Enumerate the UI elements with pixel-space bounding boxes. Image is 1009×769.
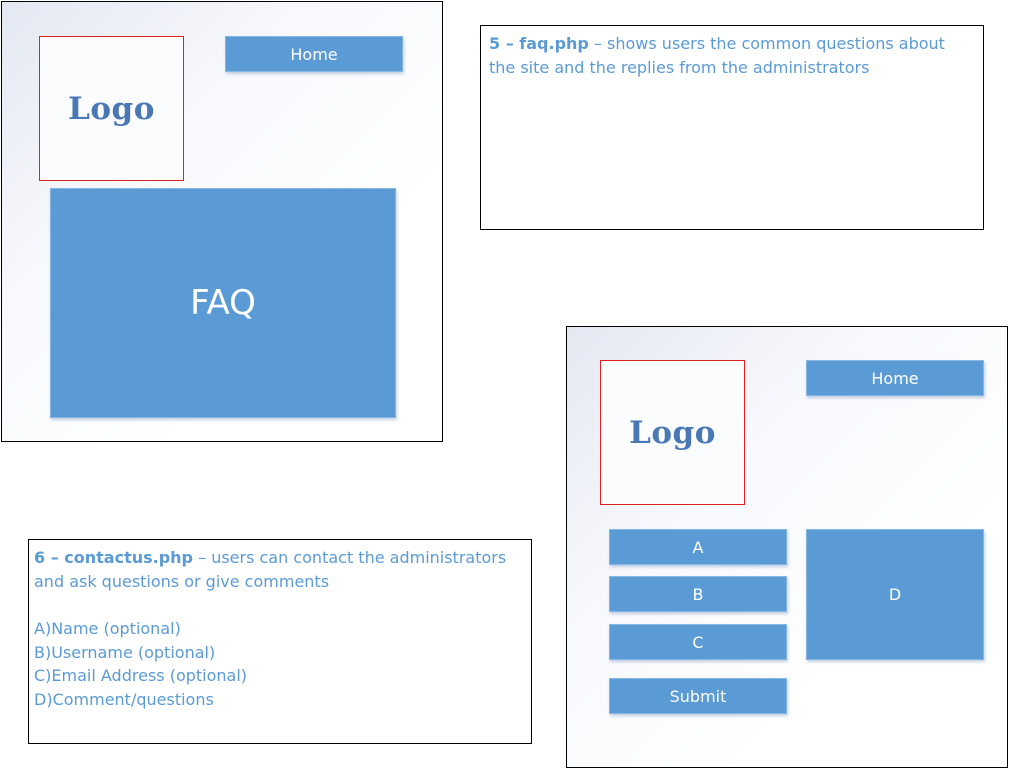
field-d-textarea[interactable]: D bbox=[806, 529, 984, 660]
contact-description-intro: 6 – contactus.php – users can contact th… bbox=[34, 546, 526, 593]
faq-page-mockup: Logo Home FAQ bbox=[1, 1, 443, 442]
field-c-input[interactable]: C bbox=[609, 624, 787, 660]
faq-logo-text: Logo bbox=[68, 90, 155, 127]
faq-description-title: 5 – faq.php bbox=[489, 34, 589, 53]
contact-home-button[interactable]: Home bbox=[806, 360, 984, 396]
contact-logo-text: Logo bbox=[629, 414, 716, 451]
contact-description-separator: – bbox=[193, 548, 212, 567]
contact-description-box: 6 – contactus.php – users can contact th… bbox=[28, 539, 532, 744]
contact-field-item: A)Name (optional) bbox=[34, 619, 181, 638]
contact-logo-box: Logo bbox=[600, 360, 745, 505]
submit-button[interactable]: Submit bbox=[609, 678, 787, 714]
field-b-input[interactable]: B bbox=[609, 576, 787, 612]
faq-content-block: FAQ bbox=[50, 188, 396, 418]
field-a-input[interactable]: A bbox=[609, 529, 787, 565]
contact-description-title: 6 – contactus.php bbox=[34, 548, 194, 567]
faq-logo-box: Logo bbox=[39, 36, 184, 181]
contact-field-item: C)Email Address (optional) bbox=[34, 666, 248, 685]
contact-field-item: B)Username (optional) bbox=[34, 642, 216, 662]
contact-field-item: D)Comment/questions bbox=[34, 689, 214, 709]
faq-description-box: 5 – faq.php – shows users the common que… bbox=[480, 25, 984, 230]
faq-description-separator: – bbox=[588, 34, 608, 53]
contact-page-mockup: Logo Home A B C D Submit bbox=[566, 326, 1008, 768]
faq-home-button[interactable]: Home bbox=[225, 36, 403, 72]
